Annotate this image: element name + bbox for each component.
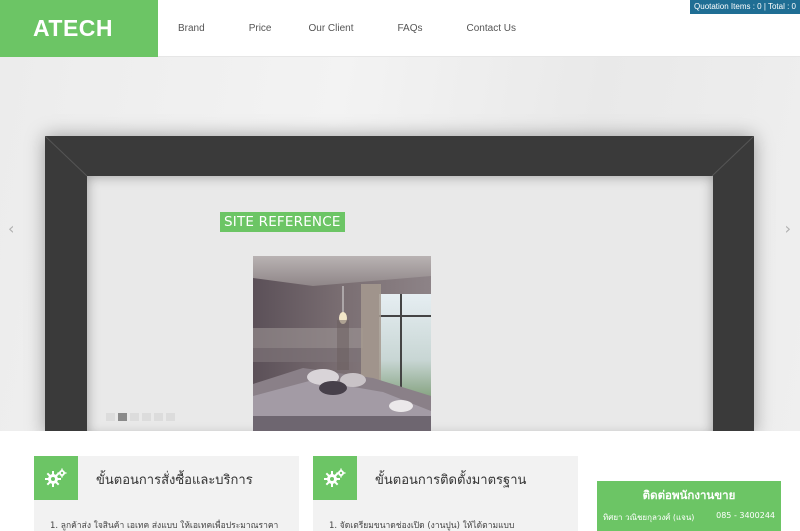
- hero-slider: ‹ › SITE REFERENCE: [0, 57, 800, 431]
- sales-contact-box: ติดต่อพนักงานขาย ทิศยา วณิชยกุลวงศ์ (แจน…: [597, 481, 781, 531]
- info-section: ขั้นตอนการสั่งซื้อและบริการ 1. ลูกค้าส่ง…: [0, 431, 800, 531]
- contact-phone[interactable]: 085 - 3400244: [716, 511, 775, 524]
- slide-dot-active[interactable]: [118, 413, 127, 421]
- chevron-left-icon[interactable]: ‹: [8, 219, 14, 238]
- nav-price[interactable]: Price: [249, 23, 272, 34]
- contact-row: ทิศยา วณิชยกุลวงศ์ (แจน) 085 - 3400244: [603, 511, 775, 524]
- slide-dot[interactable]: [142, 413, 151, 421]
- slider-pagination: [106, 413, 178, 421]
- contact-title: ติดต่อพนักงานขาย: [642, 488, 736, 502]
- slide-dot[interactable]: [166, 413, 175, 421]
- frame-canvas: SITE REFERENCE: [87, 176, 713, 431]
- nav-contact-us[interactable]: Contact Us: [467, 23, 516, 34]
- quotation-summary[interactable]: Quotation Items : 0 | Total : 0: [690, 0, 800, 14]
- gears-icon: [313, 456, 357, 500]
- slide-dot[interactable]: [106, 413, 115, 421]
- installation-card: ขั้นตอนการติดตั้งมาตรฐาน 1. จัดเตรียมขนา…: [313, 456, 578, 531]
- contact-name: ทิศยา วณิชยกุลวงศ์ (แจน): [603, 513, 695, 522]
- card-title: ขั้นตอนการติดตั้งมาตรฐาน: [375, 473, 527, 488]
- nav-faqs[interactable]: FAQs: [398, 23, 423, 34]
- main-nav: Brand Price Our Client FAQs Contact Us: [178, 0, 560, 57]
- bedroom-photo: [253, 256, 431, 431]
- site-header: ATECH Brand Price Our Client FAQs Contac…: [0, 0, 800, 57]
- picture-frame: SITE REFERENCE: [45, 136, 754, 431]
- nav-our-client[interactable]: Our Client: [308, 23, 353, 34]
- gears-icon: [34, 456, 78, 500]
- site-logo[interactable]: ATECH: [0, 0, 158, 57]
- card-title: ขั้นตอนการสั่งซื้อและบริการ: [96, 473, 253, 488]
- card-text: 1. ลูกค้าส่ง ใจสินค้า เอเทค ส่งแบบ ให้เอ…: [50, 521, 279, 531]
- slide-dot[interactable]: [154, 413, 163, 421]
- chevron-right-icon[interactable]: ›: [785, 219, 791, 238]
- site-reference-badge: SITE REFERENCE: [220, 212, 345, 232]
- nav-brand[interactable]: Brand: [178, 23, 205, 34]
- slide-dot[interactable]: [130, 413, 139, 421]
- order-service-card: ขั้นตอนการสั่งซื้อและบริการ 1. ลูกค้าส่ง…: [34, 456, 299, 531]
- card-text: 1. จัดเตรียมขนาดช่องเปิด (งานปูน) ให้ได้…: [329, 521, 515, 531]
